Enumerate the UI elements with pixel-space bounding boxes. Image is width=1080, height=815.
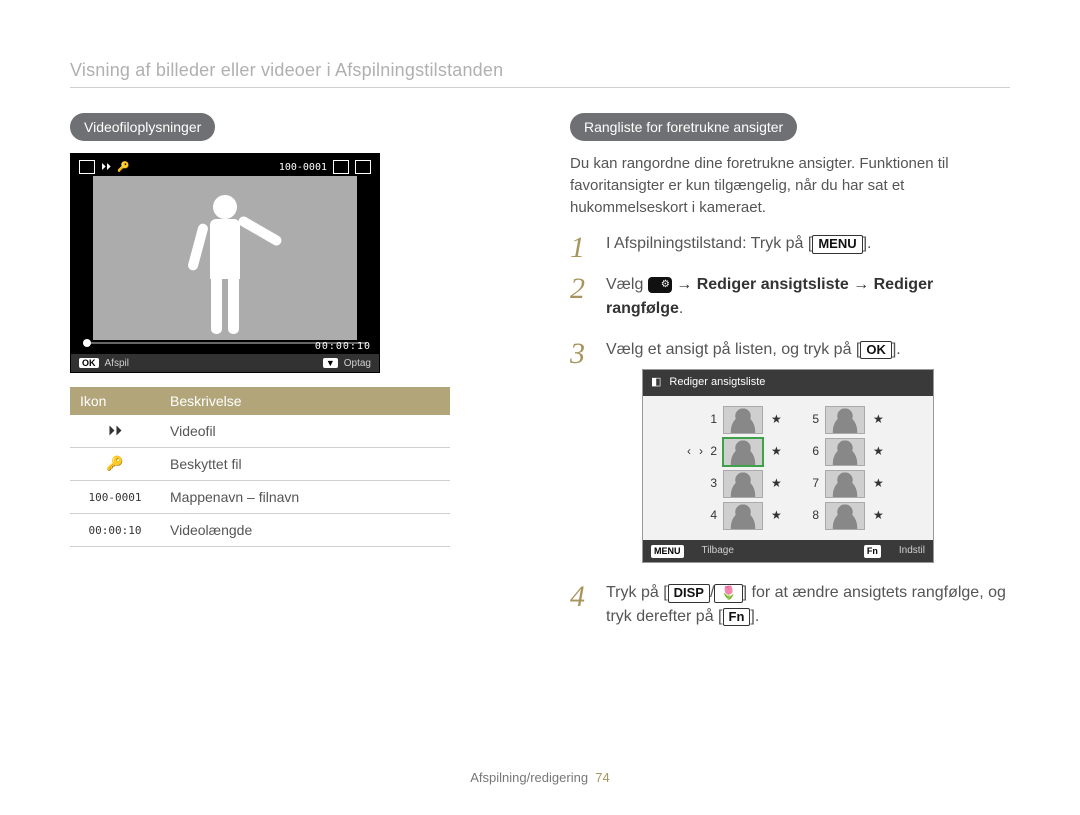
- step-text: Tryk på [: [606, 584, 668, 601]
- ok-key-icon: OK: [79, 358, 99, 368]
- fn-button-label: Fn: [723, 608, 751, 626]
- row-desc: Beskyttet fil: [160, 448, 450, 481]
- face-rank-selected: 2: [689, 443, 717, 460]
- menu-button-label: MENU: [812, 235, 862, 253]
- star-icon: ★: [771, 443, 785, 460]
- step-text: I Afspilningstilstand: Tryk på [: [606, 235, 812, 252]
- face-thumb: [723, 502, 763, 530]
- table-row: 🔑 Beskyttet fil: [70, 448, 450, 481]
- face-thumb: [825, 502, 865, 530]
- table-row: ⏵⏵ Videofil: [70, 415, 450, 448]
- macro-button-label: 🌷: [714, 584, 742, 602]
- arrow-icon: →: [672, 276, 697, 293]
- lock-icon: 🔑: [106, 456, 123, 472]
- intro-text: Du kan rangordne dine foretrukne ansigte…: [570, 153, 1010, 218]
- face-rank: 1: [689, 411, 717, 428]
- step-bold: Rediger ansigtsliste: [697, 276, 849, 293]
- folder-file-label: 100-0001: [279, 162, 327, 173]
- set-label: Indstil: [899, 544, 925, 559]
- face-thumb: [723, 406, 763, 434]
- step-text: Vælg: [606, 276, 648, 293]
- footer-section: Afspilning/redigering: [470, 770, 588, 785]
- down-key-icon: ▼: [323, 358, 338, 368]
- page-footer: Afspilning/redigering 74: [0, 770, 1080, 785]
- footer-page-number: 74: [595, 770, 609, 785]
- th-icon: Ikon: [70, 387, 160, 415]
- star-icon: ★: [771, 475, 785, 492]
- face-settings-icon: ◧: [651, 375, 661, 391]
- title-rule: [70, 87, 1010, 88]
- duration-label-icon: 00:00:10: [89, 524, 142, 537]
- face-panel: ◧ Rediger ansigtsliste 1 ★ 5 ★ 2 ★ 6 ★ 3 ★ 7 ★…: [642, 369, 934, 563]
- face-rank: 4: [689, 507, 717, 524]
- step-2: Vælg → Rediger ansigtsliste → Rediger ra…: [570, 273, 1010, 319]
- video-mode-icon: ⏵⏵: [101, 162, 111, 173]
- right-column: Rangliste for foretrukne ansigter Du kan…: [570, 113, 1010, 646]
- ok-button-label: OK: [860, 341, 892, 359]
- steps-list: I Afspilningstilstand: Tryk på [MENU]. V…: [570, 232, 1010, 628]
- star-icon: ★: [771, 507, 785, 524]
- face-thumb: [825, 438, 865, 466]
- lock-icon: 🔑: [117, 162, 129, 173]
- step-text: ].: [750, 608, 759, 625]
- star-icon: ★: [873, 507, 887, 524]
- right-pill-heading: Rangliste for foretrukne ansigter: [570, 113, 797, 141]
- face-rank: 6: [791, 443, 819, 460]
- star-icon: ★: [873, 411, 887, 428]
- face-panel-title: Rediger ansigtsliste: [669, 375, 765, 391]
- table-row: 00:00:10 Videolængde: [70, 514, 450, 547]
- folder-label-icon: 100-0001: [89, 491, 142, 504]
- left-column: Videofiloplysninger ⏵⏵ 🔑 100-0001: [70, 113, 510, 646]
- face-rank: 5: [791, 411, 819, 428]
- settings-chip-icon: [648, 277, 672, 293]
- face-thumb: [825, 406, 865, 434]
- face-rank: 3: [689, 475, 717, 492]
- step-4: Tryk på [DISP/🌷] for at ændre ansigtets …: [570, 581, 1010, 627]
- face-thumb-selected: [723, 438, 763, 466]
- duration-readout: 00:00:10: [315, 341, 371, 352]
- face-rank: 8: [791, 507, 819, 524]
- play-box-icon: [79, 160, 95, 174]
- step-text: .: [679, 300, 683, 317]
- fn-key-icon: Fn: [864, 545, 881, 558]
- step-1: I Afspilningstilstand: Tryk på [MENU].: [570, 232, 1010, 255]
- page-title: Visning af billeder eller videoer i Afsp…: [70, 60, 1010, 81]
- row-desc: Mappenavn – filnavn: [160, 481, 450, 514]
- th-desc: Beskrivelse: [160, 387, 450, 415]
- storage-icon: [333, 160, 349, 174]
- disp-button-label: DISP: [668, 584, 710, 602]
- face-thumb: [825, 470, 865, 498]
- step-text: ].: [892, 341, 901, 358]
- back-label: Tilbage: [702, 544, 734, 559]
- face-thumb: [723, 470, 763, 498]
- video-icon: ⏵⏵: [108, 423, 122, 439]
- star-icon: ★: [873, 443, 887, 460]
- star-icon: ★: [873, 475, 887, 492]
- record-label: Optag: [344, 358, 371, 369]
- row-desc: Videofil: [160, 415, 450, 448]
- table-row: 100-0001 Mappenavn – filnavn: [70, 481, 450, 514]
- menu-key-icon: MENU: [651, 545, 684, 558]
- row-desc: Videolængde: [160, 514, 450, 547]
- step-3: Vælg et ansigt på listen, og tryk på [OK…: [570, 338, 1010, 564]
- battery-icon: [355, 160, 371, 174]
- icon-table: Ikon Beskrivelse ⏵⏵ Videofil 🔑 Beskyttet…: [70, 387, 450, 547]
- step-text: Vælg et ansigt på listen, og tryk på [: [606, 341, 860, 358]
- face-rank: 7: [791, 475, 819, 492]
- arrow-icon: →: [849, 276, 874, 293]
- left-pill-heading: Videofiloplysninger: [70, 113, 215, 141]
- silhouette-icon: [195, 195, 255, 340]
- star-icon: ★: [771, 411, 785, 428]
- play-label: Afspil: [105, 358, 129, 369]
- video-preview: ⏵⏵ 🔑 100-0001 00:00:10 OK: [70, 153, 380, 373]
- step-text: ].: [863, 235, 872, 252]
